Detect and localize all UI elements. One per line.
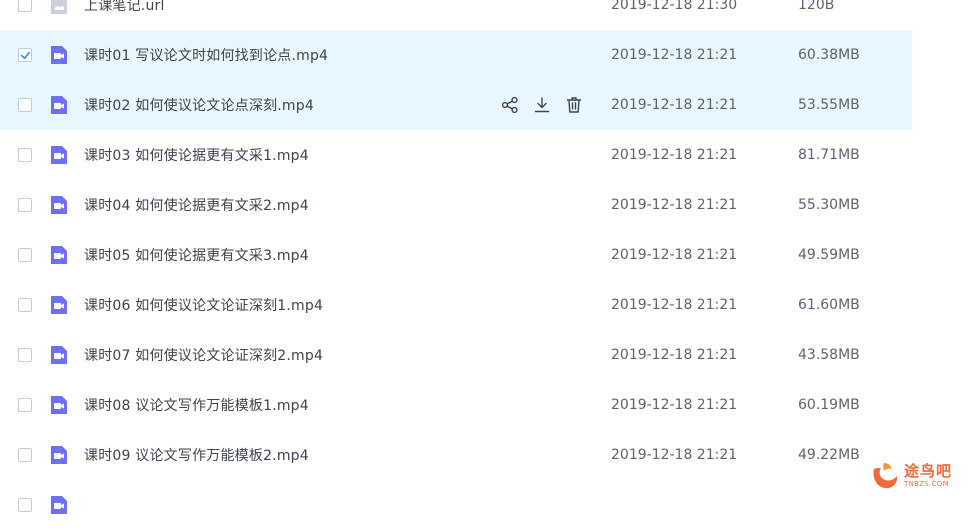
- file-date: 2019-12-18 21:30: [611, 0, 738, 13]
- video-file-icon: [51, 346, 67, 364]
- video-file-icon: [51, 396, 67, 414]
- video-file-icon: [51, 196, 67, 214]
- file-date: 2019-12-18 21:21: [611, 47, 738, 63]
- video-file-icon: [51, 46, 67, 64]
- file-size: 61.60MB: [798, 297, 860, 313]
- row-actions: [500, 95, 584, 115]
- file-size: 49.22MB: [798, 447, 860, 463]
- file-row[interactable]: 课时02 如何使议论文论点深刻.mp4 2019-12-18 21:21 53.55…: [0, 80, 912, 130]
- video-file-icon: [51, 246, 67, 264]
- file-list: 上课笔记.url 2019-12-18 21:30 120B 课时01 写议论文时如何…: [0, 0, 969, 530]
- file-row[interactable]: 课时09 议论文写作万能模板2.mp4 2019-12-18 21:21 49.22…: [0, 430, 912, 480]
- video-file-icon: [51, 296, 67, 314]
- file-size: 53.55MB: [798, 97, 860, 113]
- file-row[interactable]: 课时07 如何使议论文论证深刻2.mp4 2019-12-18 21:21 43.5…: [0, 330, 912, 380]
- row-checkbox[interactable]: [18, 48, 32, 62]
- file-date: 2019-12-18 21:21: [611, 247, 738, 263]
- file-row[interactable]: 课时08 议论文写作万能模板1.mp4 2019-12-18 21:21 60.19…: [0, 380, 912, 430]
- file-date: 2019-12-18 21:21: [611, 147, 738, 163]
- checkmark-icon: [20, 51, 30, 59]
- file-name[interactable]: 课时01 写议论文时如何找到论点.mp4: [84, 45, 328, 65]
- row-checkbox[interactable]: [18, 298, 32, 312]
- file-name[interactable]: 课时06 如何使议论文论证深刻1.mp4: [84, 295, 323, 315]
- file-size: 60.38MB: [798, 47, 860, 63]
- file-size: 49.59MB: [798, 247, 860, 263]
- file-row[interactable]: 课时01 写议论文时如何找到论点.mp4 2019-12-18 21:21 60.3…: [0, 30, 912, 80]
- row-checkbox[interactable]: [18, 498, 32, 512]
- file-row[interactable]: 课时04 如何使论据更有文采2.mp4 2019-12-18 21:21 55.30…: [0, 180, 912, 230]
- bird-logo-icon: [873, 463, 898, 489]
- file-name[interactable]: 课时07 如何使议论文论证深刻2.mp4: [84, 345, 323, 365]
- file-date: 2019-12-18 21:21: [611, 347, 738, 363]
- file-size: 55.30MB: [798, 197, 860, 213]
- row-checkbox[interactable]: [18, 148, 32, 162]
- share-icon[interactable]: [500, 95, 520, 115]
- row-checkbox[interactable]: [18, 398, 32, 412]
- file-size: 60.19MB: [798, 397, 860, 413]
- video-file-icon: [51, 446, 67, 464]
- row-checkbox[interactable]: [18, 448, 32, 462]
- file-size: 81.71MB: [798, 147, 860, 163]
- file-name[interactable]: 课时02 如何使议论文论点深刻.mp4: [84, 95, 314, 115]
- file-name[interactable]: 课时09 议论文写作万能模板2.mp4: [84, 445, 309, 465]
- file-row[interactable]: 课时03 如何使论据更有文采1.mp4 2019-12-18 21:21 81.71…: [0, 130, 912, 180]
- file-name[interactable]: 课时08 议论文写作万能模板1.mp4: [84, 395, 309, 415]
- file-name[interactable]: 课时03 如何使论据更有文采1.mp4: [84, 145, 309, 165]
- file-date: 2019-12-18 21:21: [611, 447, 738, 463]
- file-date: 2019-12-18 21:21: [611, 197, 738, 213]
- video-file-icon: [51, 496, 67, 514]
- watermark-title: 途鸟吧: [904, 462, 953, 480]
- file-row[interactable]: [0, 480, 912, 530]
- file-row[interactable]: 课时06 如何使议论文论证深刻1.mp4 2019-12-18 21:21 61.6…: [0, 280, 912, 330]
- video-file-icon: [51, 146, 67, 164]
- row-checkbox[interactable]: [18, 248, 32, 262]
- file-name[interactable]: 课时04 如何使论据更有文采2.mp4: [84, 195, 309, 215]
- row-checkbox[interactable]: [18, 0, 32, 12]
- watermark-subtitle: TNBZS.COM: [904, 480, 949, 488]
- delete-icon[interactable]: [564, 95, 584, 115]
- file-row[interactable]: 上课笔记.url 2019-12-18 21:30 120B: [0, 0, 912, 30]
- file-name[interactable]: 上课笔记.url: [84, 0, 165, 15]
- file-name[interactable]: 课时05 如何使论据更有文采3.mp4: [84, 245, 309, 265]
- row-checkbox[interactable]: [18, 98, 32, 112]
- file-date: 2019-12-18 21:21: [611, 297, 738, 313]
- file-date: 2019-12-18 21:21: [611, 397, 738, 413]
- link-file-icon: [51, 0, 67, 14]
- file-size: 120B: [798, 0, 835, 13]
- file-date: 2019-12-18 21:21: [611, 97, 738, 113]
- row-checkbox[interactable]: [18, 198, 32, 212]
- file-size: 43.58MB: [798, 347, 860, 363]
- file-row[interactable]: 课时05 如何使论据更有文采3.mp4 2019-12-18 21:21 49.59…: [0, 230, 912, 280]
- download-icon[interactable]: [532, 95, 552, 115]
- row-checkbox[interactable]: [18, 348, 32, 362]
- watermark: 途鸟吧 TNBZS.COM: [868, 458, 966, 494]
- video-file-icon: [51, 96, 67, 114]
